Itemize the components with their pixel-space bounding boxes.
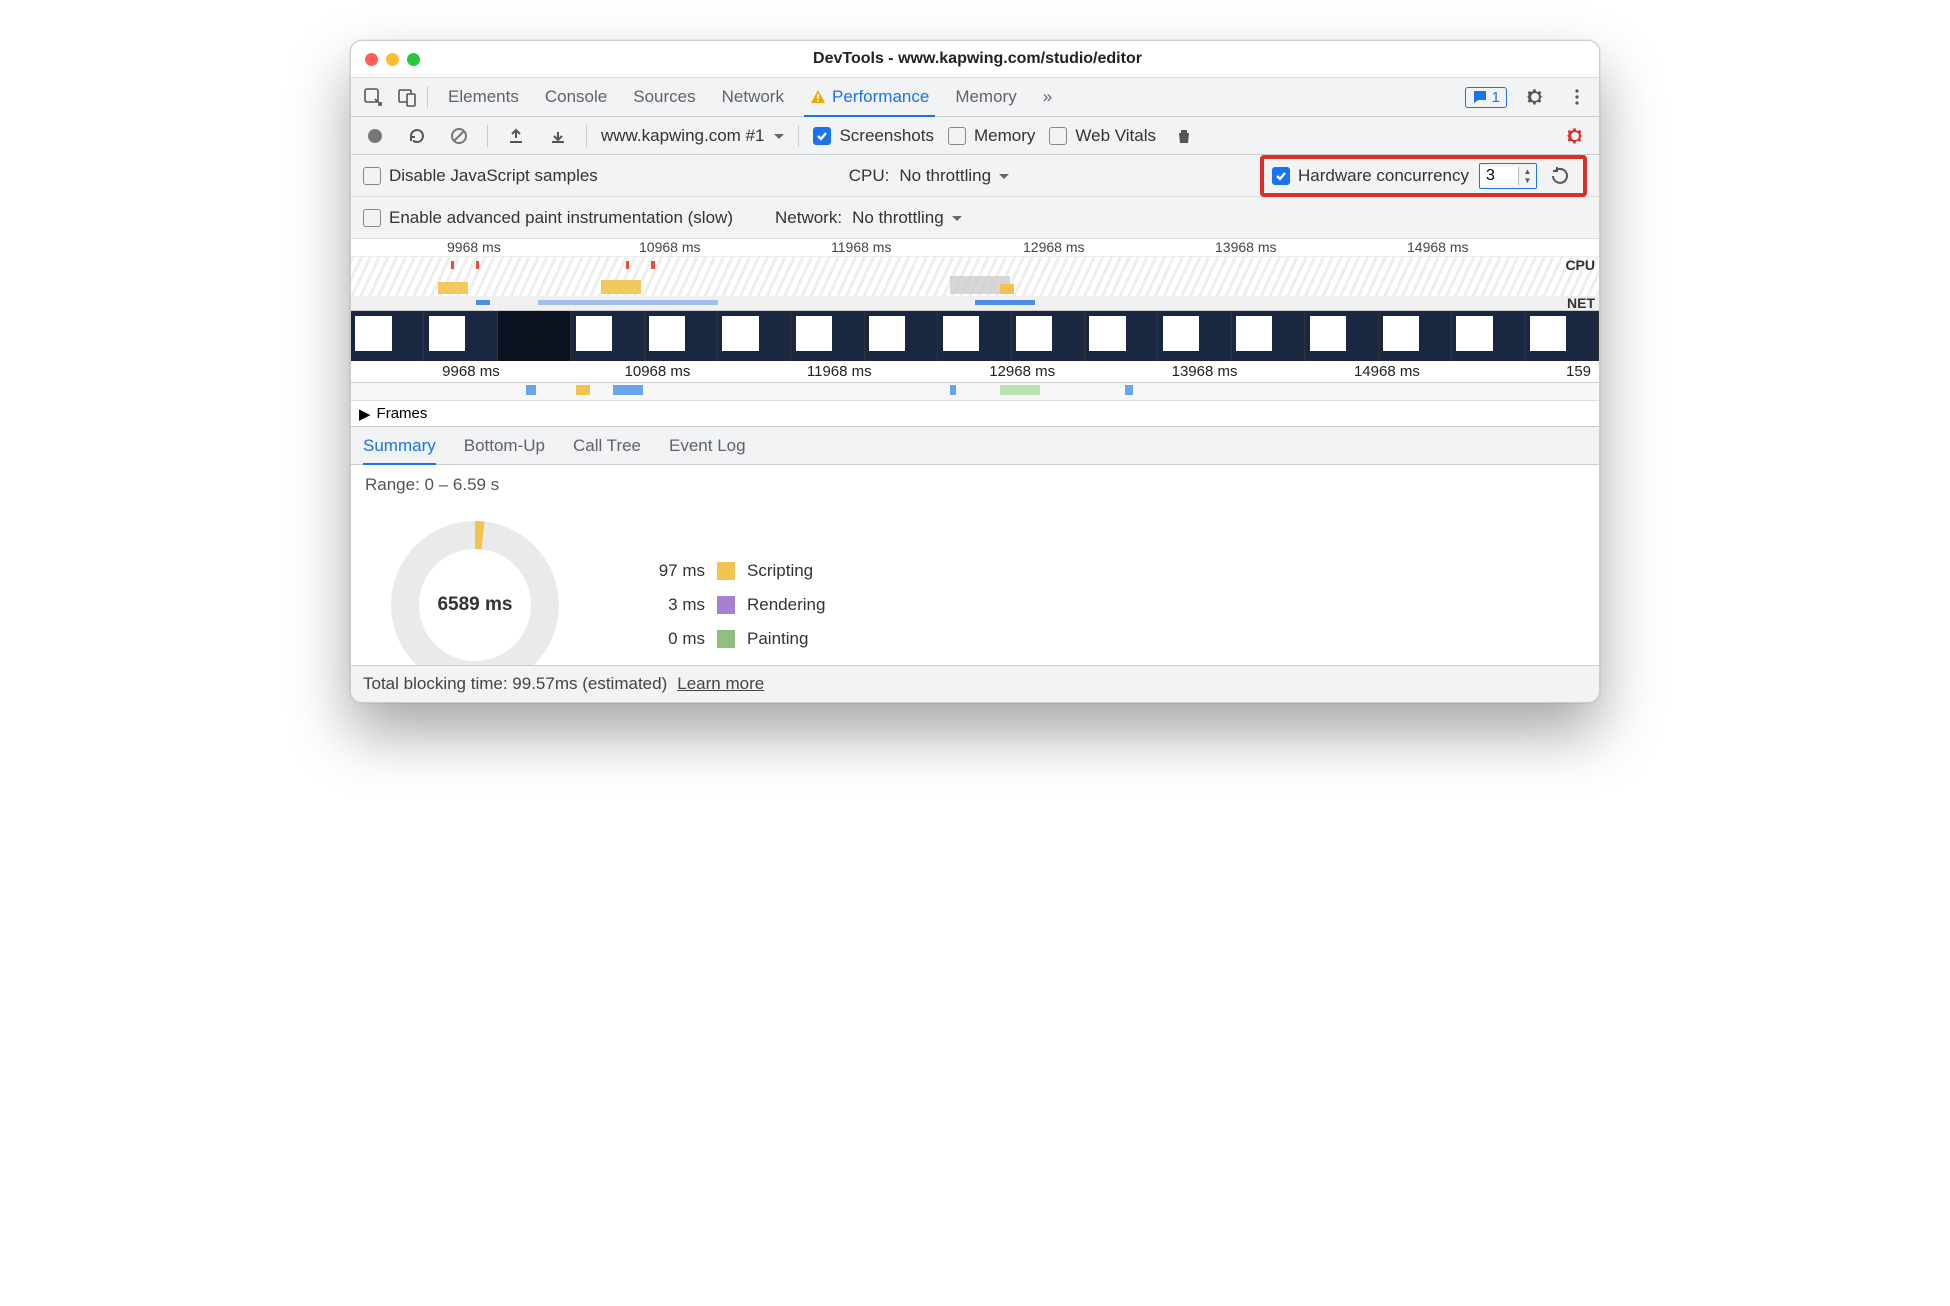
stepper-icon[interactable]: ▲▼ (1518, 167, 1536, 185)
tab-sources[interactable]: Sources (633, 78, 695, 116)
chat-icon (1472, 89, 1488, 105)
tab-bottom-up[interactable]: Bottom-Up (464, 427, 545, 464)
screenshots-filmstrip[interactable] (351, 311, 1599, 361)
disclosure-triangle-icon: ▶ (359, 405, 371, 423)
capture-options-row-1: Disable JavaScript samples CPU: No throt… (351, 155, 1599, 197)
tbt-value: Total blocking time: 99.57ms (estimated) (363, 674, 667, 694)
swatch-scripting-icon (717, 562, 735, 580)
recording-select[interactable]: www.kapwing.com #1 (601, 126, 784, 146)
tab-performance-label: Performance (832, 87, 929, 107)
network-throttle-select[interactable]: Network: No throttling (775, 208, 962, 228)
inspect-icon[interactable] (359, 83, 387, 111)
recording-name: www.kapwing.com #1 (601, 126, 764, 146)
load-profile-icon[interactable] (502, 122, 530, 150)
network-track[interactable] (351, 383, 1599, 401)
tab-network[interactable]: Network (722, 78, 784, 116)
tab-elements[interactable]: Elements (448, 78, 519, 116)
tabs-overflow[interactable]: » (1043, 78, 1052, 116)
legend-item: 97 ms Scripting (645, 561, 825, 581)
minimize-window-button[interactable] (386, 53, 399, 66)
tab-performance[interactable]: Performance (810, 78, 929, 116)
hardware-concurrency-checkbox[interactable]: Hardware concurrency (1272, 166, 1469, 186)
devtools-window: DevTools - www.kapwing.com/studio/editor… (350, 40, 1600, 703)
chevron-down-icon (774, 134, 784, 144)
cpu-overview-band[interactable]: CPU (351, 257, 1599, 297)
status-bar: Total blocking time: 99.57ms (estimated)… (351, 665, 1599, 702)
record-button[interactable] (361, 122, 389, 150)
messages-badge[interactable]: 1 (1465, 87, 1507, 108)
clear-button[interactable] (445, 122, 473, 150)
tab-event-log[interactable]: Event Log (669, 427, 746, 464)
legend-item: 3 ms Rendering (645, 595, 825, 615)
disable-js-samples-checkbox[interactable]: Disable JavaScript samples (363, 166, 598, 186)
swatch-painting-icon (717, 630, 735, 648)
flamechart-ruler: 9968 ms10968 ms 11968 ms12968 ms 13968 m… (351, 361, 1599, 383)
donut-center-value: 6589 ms (385, 515, 565, 665)
window-controls (365, 53, 420, 66)
hardware-concurrency-input[interactable]: ▲▼ (1479, 163, 1537, 189)
summary-panel: Range: 0 – 6.59 s 6589 ms 97 ms Scriptin… (351, 465, 1599, 665)
cpu-overview-label: CPU (1565, 257, 1595, 273)
tab-call-tree[interactable]: Call Tree (573, 427, 641, 464)
chevron-down-icon (952, 216, 962, 226)
save-profile-icon[interactable] (544, 122, 572, 150)
settings-icon[interactable] (1521, 83, 1549, 111)
window-titlebar: DevTools - www.kapwing.com/studio/editor (351, 41, 1599, 77)
reset-concurrency-icon[interactable] (1547, 162, 1575, 190)
chevron-down-icon (999, 174, 1009, 184)
panel-tabs-row: Elements Console Sources Network Perform… (351, 77, 1599, 117)
legend-item: 0 ms Painting (645, 629, 825, 649)
kebab-menu-icon[interactable] (1563, 83, 1591, 111)
reload-record-button[interactable] (403, 122, 431, 150)
learn-more-link[interactable]: Learn more (677, 674, 764, 694)
screenshots-checkbox[interactable]: Screenshots (813, 126, 934, 146)
timeline-overview[interactable]: 9968 ms10968 ms 11968 ms12968 ms 13968 m… (351, 239, 1599, 427)
web-vitals-checkbox[interactable]: Web Vitals (1049, 126, 1156, 146)
swatch-rendering-icon (717, 596, 735, 614)
tab-summary[interactable]: Summary (363, 427, 436, 464)
zoom-window-button[interactable] (407, 53, 420, 66)
network-overview-band[interactable]: NET (351, 297, 1599, 311)
tab-console[interactable]: Console (545, 78, 607, 116)
warning-icon (810, 89, 826, 105)
frames-section-header[interactable]: ▶ Frames (351, 401, 1599, 427)
activity-donut-chart: 6589 ms (385, 515, 565, 665)
performance-toolbar: www.kapwing.com #1 Screenshots Memory We… (351, 117, 1599, 155)
hardware-concurrency-group: Hardware concurrency ▲▼ (1260, 155, 1587, 197)
capture-settings-icon[interactable] (1561, 122, 1589, 150)
hardware-concurrency-value[interactable] (1480, 167, 1518, 185)
divider (427, 86, 428, 108)
activity-legend: 97 ms Scripting 3 ms Rendering 0 ms Pain… (645, 561, 825, 649)
window-title: DevTools - www.kapwing.com/studio/editor (420, 50, 1535, 68)
paint-instrumentation-checkbox[interactable]: Enable advanced paint instrumentation (s… (363, 208, 733, 228)
tab-memory[interactable]: Memory (955, 78, 1016, 116)
messages-count: 1 (1492, 89, 1500, 106)
close-window-button[interactable] (365, 53, 378, 66)
device-toggle-icon[interactable] (393, 83, 421, 111)
details-tabs: Summary Bottom-Up Call Tree Event Log (351, 427, 1599, 465)
overview-ruler: 9968 ms10968 ms 11968 ms12968 ms 13968 m… (351, 239, 1599, 257)
selection-range: Range: 0 – 6.59 s (365, 475, 1585, 495)
memory-checkbox[interactable]: Memory (948, 126, 1035, 146)
capture-options-row-2: Enable advanced paint instrumentation (s… (351, 197, 1599, 239)
cpu-throttle-select[interactable]: CPU: No throttling (849, 166, 1009, 186)
net-overview-label: NET (1567, 295, 1595, 311)
gc-icon[interactable] (1170, 122, 1198, 150)
panel-tabs: Elements Console Sources Network Perform… (448, 78, 1052, 116)
